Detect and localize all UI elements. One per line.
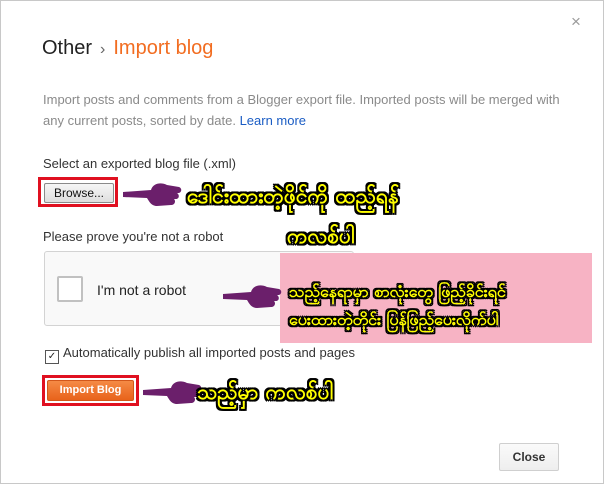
browse-annotation-line2: ကလစ်ပါ: [287, 224, 355, 248]
close-icon[interactable]: ×: [571, 13, 581, 30]
dialog-title: Other › Import blog: [42, 37, 213, 60]
close-button[interactable]: Close: [499, 443, 559, 471]
breadcrumb-other[interactable]: Other: [42, 37, 92, 59]
file-select-label: Select an exported blog file (.xml): [43, 156, 236, 171]
auto-publish-checkbox[interactable]: ✓: [45, 350, 59, 364]
robot-prompt: Please prove you're not a robot: [43, 229, 224, 244]
recaptcha-label: I'm not a robot: [97, 282, 187, 298]
pointing-hand-icon: [223, 285, 282, 308]
browse-annotation-line1: ဒေါင်းထားတဲ့ဖိုင်ကို ထည့်ရန်: [187, 184, 399, 208]
import-blog-dialog: × Other › Import blog Import posts and com…: [0, 0, 604, 484]
browse-highlight: Browse...: [38, 177, 118, 207]
auto-publish-row: ✓ Automatically publish all imported post…: [45, 345, 355, 364]
breadcrumb-separator-icon: ›: [100, 41, 106, 58]
page-title: Import blog: [113, 37, 214, 59]
pointing-hand-icon: [143, 381, 202, 404]
import-blog-button[interactable]: Import Blog: [47, 380, 134, 401]
recaptcha-checkbox[interactable]: [57, 276, 83, 302]
pointing-hand-icon: [123, 183, 182, 206]
learn-more-link[interactable]: Learn more: [240, 113, 306, 128]
import-annotation: သည့်မှာ ကလစ်ပါ: [197, 380, 334, 404]
import-description: Import posts and comments from a Blogger…: [43, 89, 563, 131]
captcha-annotation-line2: ပေးထားတဲ့တိုင်း ပြန်ဖြည့်ပေးလိုက်ပါ: [289, 310, 499, 329]
auto-publish-label[interactable]: Automatically publish all imported posts…: [63, 345, 355, 360]
captcha-annotation-line1: သည့်နေရာမှာ စာလုံးတွေ ဖြည့်ခိုင်းရင်: [289, 282, 506, 301]
import-highlight: Import Blog: [42, 375, 139, 406]
browse-button[interactable]: Browse...: [44, 183, 114, 203]
